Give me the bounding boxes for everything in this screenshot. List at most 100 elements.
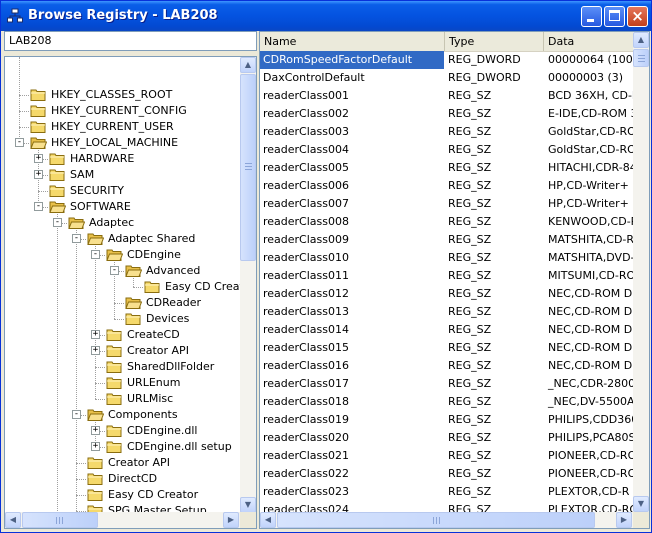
tree-node-label: CDReader xyxy=(146,296,202,309)
tree-node[interactable]: CDReader xyxy=(5,295,241,311)
list-row[interactable]: readerClass014 REG_SZ NEC,CD-ROM DF xyxy=(260,321,633,339)
value-data: 00000003 (3) xyxy=(548,71,624,84)
tree-node[interactable]: Easy CD Creator xyxy=(5,487,241,503)
tree-node[interactable]: + CDEngine.dll setup xyxy=(5,439,241,455)
value-name: readerClass021 xyxy=(263,449,349,462)
tree-node[interactable]: DirectCD xyxy=(5,471,241,487)
scroll-down-arrow-icon[interactable]: ▼ xyxy=(240,497,256,513)
list-row[interactable]: readerClass003 REG_SZ GoldStar,CD-ROM xyxy=(260,123,633,141)
tree-node[interactable]: - Adaptec xyxy=(5,215,241,231)
list-row[interactable]: readerClass020 REG_SZ PHILIPS,PCA80S xyxy=(260,429,633,447)
expand-plus-icon[interactable]: + xyxy=(91,426,100,435)
scroll-right-arrow-icon[interactable]: ▶ xyxy=(223,512,239,528)
list-row[interactable]: readerClass013 REG_SZ NEC,CD-ROM DF xyxy=(260,303,633,321)
tree-node[interactable]: URLMisc xyxy=(5,391,241,407)
tree-node[interactable]: HKEY_CURRENT_USER xyxy=(5,119,241,135)
list-row[interactable]: readerClass009 REG_SZ MATSHITA,CD-R xyxy=(260,231,633,249)
expand-plus-icon[interactable]: + xyxy=(91,330,100,339)
list-row[interactable]: readerClass015 REG_SZ NEC,CD-ROM DF xyxy=(260,339,633,357)
list-row[interactable]: readerClass004 REG_SZ GoldStar,CD-ROM xyxy=(260,141,633,159)
tree-node[interactable]: Devices xyxy=(5,311,241,327)
scroll-left-arrow-icon[interactable]: ◀ xyxy=(260,512,276,528)
list-row[interactable]: readerClass017 REG_SZ _NEC,CDR-2800E xyxy=(260,375,633,393)
list-row[interactable]: readerClass024 REG_SZ PLEXTOR,CD-RO xyxy=(260,501,633,512)
list-row[interactable]: readerClass008 REG_SZ KENWOOD,CD-R xyxy=(260,213,633,231)
expand-plus-icon[interactable]: + xyxy=(91,346,100,355)
title-bar[interactable]: Browse Registry - LAB208 × xyxy=(1,1,651,31)
tree-horizontal-scrollbar[interactable]: ◀ ▶ xyxy=(5,512,240,528)
list-row[interactable]: readerClass007 REG_SZ HP,CD-Writer+ 82 xyxy=(260,195,633,213)
column-header-name[interactable]: Name xyxy=(260,32,445,51)
tree-node[interactable]: - Adaptec Shared xyxy=(5,231,241,247)
tree-node[interactable]: SharedDllFolder xyxy=(5,359,241,375)
path-field[interactable]: LAB208 xyxy=(4,31,257,51)
value-data: E-IDE,CD-ROM 3 xyxy=(548,107,633,120)
folder-icon xyxy=(30,120,47,134)
tree-node[interactable]: + CreateCD xyxy=(5,327,241,343)
tree-node[interactable]: - Components xyxy=(5,407,241,423)
tree-horizontal-thumb[interactable] xyxy=(22,512,98,528)
tree-vertical-thumb[interactable] xyxy=(240,74,256,261)
expand-plus-icon[interactable]: + xyxy=(34,170,43,179)
tree-node[interactable]: + HARDWARE xyxy=(5,151,241,167)
scroll-right-arrow-icon[interactable]: ▶ xyxy=(616,512,632,528)
collapse-minus-icon[interactable]: - xyxy=(72,410,81,419)
scroll-up-arrow-icon[interactable]: ▲ xyxy=(633,32,649,48)
list-row[interactable]: readerClass019 REG_SZ PHILIPS,CDD360 xyxy=(260,411,633,429)
list-row[interactable]: CDRomSpeedFactorDefault REG_DWORD 00000064… xyxy=(260,51,633,69)
tree-node[interactable]: Creator API xyxy=(5,455,241,471)
tree-node[interactable]: Easy CD Creato xyxy=(5,279,241,295)
tree-node[interactable]: HKEY_CLASSES_ROOT xyxy=(5,87,241,103)
close-button[interactable]: × xyxy=(627,6,648,27)
column-header-data[interactable]: Data xyxy=(544,32,633,51)
list-row[interactable]: readerClass011 REG_SZ MITSUMI,CD-RO xyxy=(260,267,633,285)
tree-node-label: HKEY_CURRENT_USER xyxy=(51,120,174,133)
collapse-minus-icon[interactable]: - xyxy=(72,234,81,243)
value-data: PIONEER,CD-RO xyxy=(548,467,633,480)
list-row[interactable]: readerClass016 REG_SZ NEC,CD-ROM DF xyxy=(260,357,633,375)
list-horizontal-thumb[interactable] xyxy=(277,512,595,528)
scroll-up-arrow-icon[interactable]: ▲ xyxy=(240,57,256,73)
list-row[interactable]: readerClass002 REG_SZ E-IDE,CD-ROM 3 xyxy=(260,105,633,123)
list-vertical-thumb[interactable] xyxy=(633,49,649,67)
maximize-button[interactable] xyxy=(604,6,625,27)
tree-node[interactable]: + SAM xyxy=(5,167,241,183)
list-row[interactable]: readerClass001 REG_SZ BCD 36XH, CD-R xyxy=(260,87,633,105)
tree-node[interactable]: SECURITY xyxy=(5,183,241,199)
tree-node[interactable]: + Creator API xyxy=(5,343,241,359)
scroll-down-arrow-icon[interactable]: ▼ xyxy=(633,496,649,512)
column-header-type[interactable]: Type xyxy=(445,32,544,51)
minimize-button[interactable] xyxy=(581,6,602,27)
value-data: MATSHITA,CD-R xyxy=(548,233,633,246)
tree-node[interactable]: - HKEY_LOCAL_MACHINE xyxy=(5,135,241,151)
list-row[interactable]: readerClass022 REG_SZ PIONEER,CD-RO xyxy=(260,465,633,483)
expand-plus-icon[interactable]: + xyxy=(34,154,43,163)
list-row[interactable]: readerClass023 REG_SZ PLEXTOR,CD-R xyxy=(260,483,633,501)
list-row[interactable]: readerClass005 REG_SZ HITACHI,CDR-84 xyxy=(260,159,633,177)
tree-node[interactable]: - SOFTWARE xyxy=(5,199,241,215)
list-vertical-scrollbar[interactable]: ▲ ▼ xyxy=(633,32,649,512)
collapse-minus-icon[interactable]: - xyxy=(34,202,43,211)
scrollbar-corner xyxy=(240,512,256,528)
list-row[interactable]: readerClass021 REG_SZ PIONEER,CD-RO xyxy=(260,447,633,465)
list-horizontal-scrollbar[interactable]: ◀ ▶ xyxy=(260,512,633,528)
tree-node[interactable]: HKEY_CURRENT_CONFIG xyxy=(5,103,241,119)
tree-node[interactable]: URLEnum xyxy=(5,375,241,391)
collapse-minus-icon[interactable]: - xyxy=(91,250,100,259)
tree-node[interactable]: + CDEngine.dll xyxy=(5,423,241,439)
collapse-minus-icon[interactable]: - xyxy=(110,266,119,275)
tree-vertical-scrollbar[interactable]: ▲ ▼ xyxy=(240,57,256,513)
expand-plus-icon[interactable]: + xyxy=(91,442,100,451)
list-row[interactable]: readerClass018 REG_SZ _NEC,DV-5500A, xyxy=(260,393,633,411)
list-row[interactable]: DaxControlDefault REG_DWORD 00000003 (3) xyxy=(260,69,633,87)
list-row[interactable]: readerClass010 REG_SZ MATSHITA,DVD- xyxy=(260,249,633,267)
collapse-minus-icon[interactable]: - xyxy=(15,138,24,147)
close-icon: × xyxy=(631,7,644,25)
tree-node[interactable]: - CDEngine xyxy=(5,247,241,263)
value-type: REG_SZ xyxy=(448,215,492,228)
list-row[interactable]: readerClass012 REG_SZ NEC,CD-ROM DF xyxy=(260,285,633,303)
tree-node[interactable]: - Advanced xyxy=(5,263,241,279)
list-row[interactable]: readerClass006 REG_SZ HP,CD-Writer+ 81 xyxy=(260,177,633,195)
collapse-minus-icon[interactable]: - xyxy=(53,218,62,227)
scroll-left-arrow-icon[interactable]: ◀ xyxy=(5,512,21,528)
